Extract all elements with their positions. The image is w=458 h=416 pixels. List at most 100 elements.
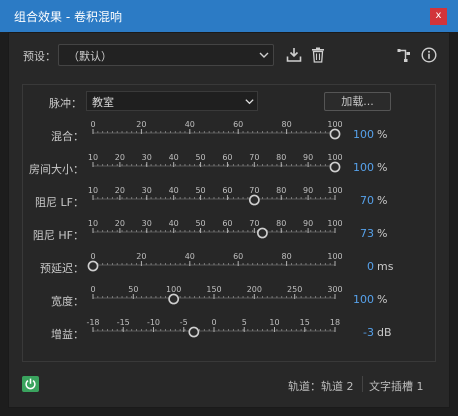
tick-label: 50 [195, 186, 205, 195]
preset-label: 预设： [23, 50, 56, 63]
slider-value-width[interactable]: 100 [334, 293, 374, 306]
slider-unit-room-size: % [377, 161, 388, 174]
slider-gain[interactable]: -18 -15 -10 -5 0 5 10 15 18 [85, 318, 343, 343]
close-button[interactable]: x [430, 8, 447, 25]
tick-label: 90 [303, 153, 313, 162]
tick-label: 80 [276, 186, 286, 195]
slider-label-width: 宽度： [51, 295, 84, 308]
tick-label: 30 [142, 186, 152, 195]
window-title: 组合效果 - 卷积混响 [14, 10, 122, 24]
tick-label: 90 [303, 219, 313, 228]
slider-knob[interactable] [256, 227, 268, 239]
tick-label: 50 [195, 219, 205, 228]
slider-knob[interactable] [168, 293, 180, 305]
tick-label: 10 [88, 186, 98, 195]
info-icon[interactable] [421, 47, 437, 63]
slider-value-mix[interactable]: 100 [334, 128, 374, 141]
slider-label-damp-lf: 阻尼 LF： [35, 196, 84, 209]
slider-label-predelay: 预延迟： [40, 262, 84, 275]
slider-room-size[interactable]: 10 20 30 40 50 60 70 80 90 100 [85, 153, 343, 178]
power-button[interactable] [22, 376, 39, 392]
slider-label-room-size: 房间大小： [29, 163, 84, 176]
insert-slot: 文字插槽 1 [369, 380, 424, 393]
slider-label-damp-hf: 阻尼 HF： [32, 229, 84, 242]
tick-label: 40 [169, 186, 179, 195]
power-icon [25, 378, 36, 390]
slider-value-damp-lf[interactable]: 70 [334, 194, 374, 207]
slider-value-damp-hf[interactable]: 73 [334, 227, 374, 240]
slider-value-gain[interactable]: -3 [334, 326, 374, 339]
slider-unit-gain: dB [377, 326, 392, 339]
preset-value: （默认） [68, 50, 112, 63]
tick-label: 70 [249, 186, 259, 195]
slider-label-gain: 增益： [51, 328, 84, 341]
chevron-down-icon [244, 96, 255, 107]
slider-damp-hf[interactable]: 10 20 30 40 50 60 70 80 90 100 [85, 219, 343, 244]
tick-label: 20 [115, 219, 125, 228]
tick-label: -10 [147, 318, 160, 327]
tick-label: 60 [233, 252, 243, 261]
slider-mix[interactable]: 0 20 40 60 80 100 [85, 120, 343, 145]
tick-label: 50 [128, 285, 138, 294]
divider [362, 376, 363, 392]
tick-label: 15 [300, 318, 310, 327]
tick-label: 150 [206, 285, 221, 294]
tick-label: 40 [169, 219, 179, 228]
tick-label: 0 [90, 120, 95, 129]
track-info: 轨道：轨道 2 [288, 380, 354, 393]
tick-label: -5 [180, 318, 188, 327]
slider-label-mix: 混合： [51, 130, 84, 143]
pulse-value: 教室 [92, 96, 114, 109]
tick-label: 60 [233, 120, 243, 129]
tick-label: 30 [142, 219, 152, 228]
tick-label: 100 [166, 285, 181, 294]
slider-unit-damp-lf: % [377, 194, 388, 207]
download-icon[interactable] [286, 47, 302, 63]
tick-label: 90 [303, 186, 313, 195]
slider-unit-damp-hf: % [377, 227, 388, 240]
tick-label: 10 [269, 318, 279, 327]
slider-unit-width: % [377, 293, 388, 306]
tick-label: 40 [169, 153, 179, 162]
tick-label: -18 [86, 318, 99, 327]
trash-icon[interactable] [311, 47, 325, 63]
title-bar: 组合效果 - 卷积混响 [0, 0, 458, 32]
pulse-label: 脉冲： [49, 97, 82, 110]
tick-label: 40 [185, 252, 195, 261]
tick-label: 30 [142, 153, 152, 162]
tick-label: 250 [287, 285, 302, 294]
slider-unit-mix: % [377, 128, 388, 141]
slider-width[interactable]: 0 50 100 150 200 250 300 [85, 285, 343, 310]
slider-damp-lf[interactable]: 10 20 30 40 50 60 70 80 90 100 [85, 186, 343, 211]
slider-predelay[interactable]: 0 20 40 60 80 100 [85, 252, 343, 277]
tick-label: 70 [249, 219, 259, 228]
tick-label: 60 [222, 219, 232, 228]
tick-label: 200 [247, 285, 262, 294]
load-button[interactable]: 加载... [324, 92, 391, 111]
chevron-down-icon [258, 49, 270, 61]
tick-label: 60 [222, 186, 232, 195]
tick-label: 10 [88, 219, 98, 228]
tick-label: 60 [222, 153, 232, 162]
tick-label: 20 [115, 153, 125, 162]
tick-label: 70 [249, 153, 259, 162]
tick-label: 80 [282, 120, 292, 129]
tick-label: 0 [211, 318, 216, 327]
tick-label: 80 [282, 252, 292, 261]
tick-label: 80 [276, 219, 286, 228]
tick-label: 0 [90, 252, 95, 261]
tick-label: -15 [117, 318, 130, 327]
slider-value-predelay[interactable]: 0 [334, 260, 374, 273]
slider-unit-predelay: ms [377, 260, 394, 273]
tick-label: 80 [276, 153, 286, 162]
tick-label: 20 [136, 252, 146, 261]
slider-knob[interactable] [248, 194, 260, 206]
slider-knob[interactable] [188, 326, 200, 338]
slider-value-room-size[interactable]: 100 [334, 161, 374, 174]
tick-label: 50 [195, 153, 205, 162]
routing-icon[interactable] [397, 48, 411, 62]
tick-label: 10 [88, 153, 98, 162]
slider-knob[interactable] [87, 260, 99, 272]
tick-label: 5 [242, 318, 247, 327]
tick-label: 20 [136, 120, 146, 129]
